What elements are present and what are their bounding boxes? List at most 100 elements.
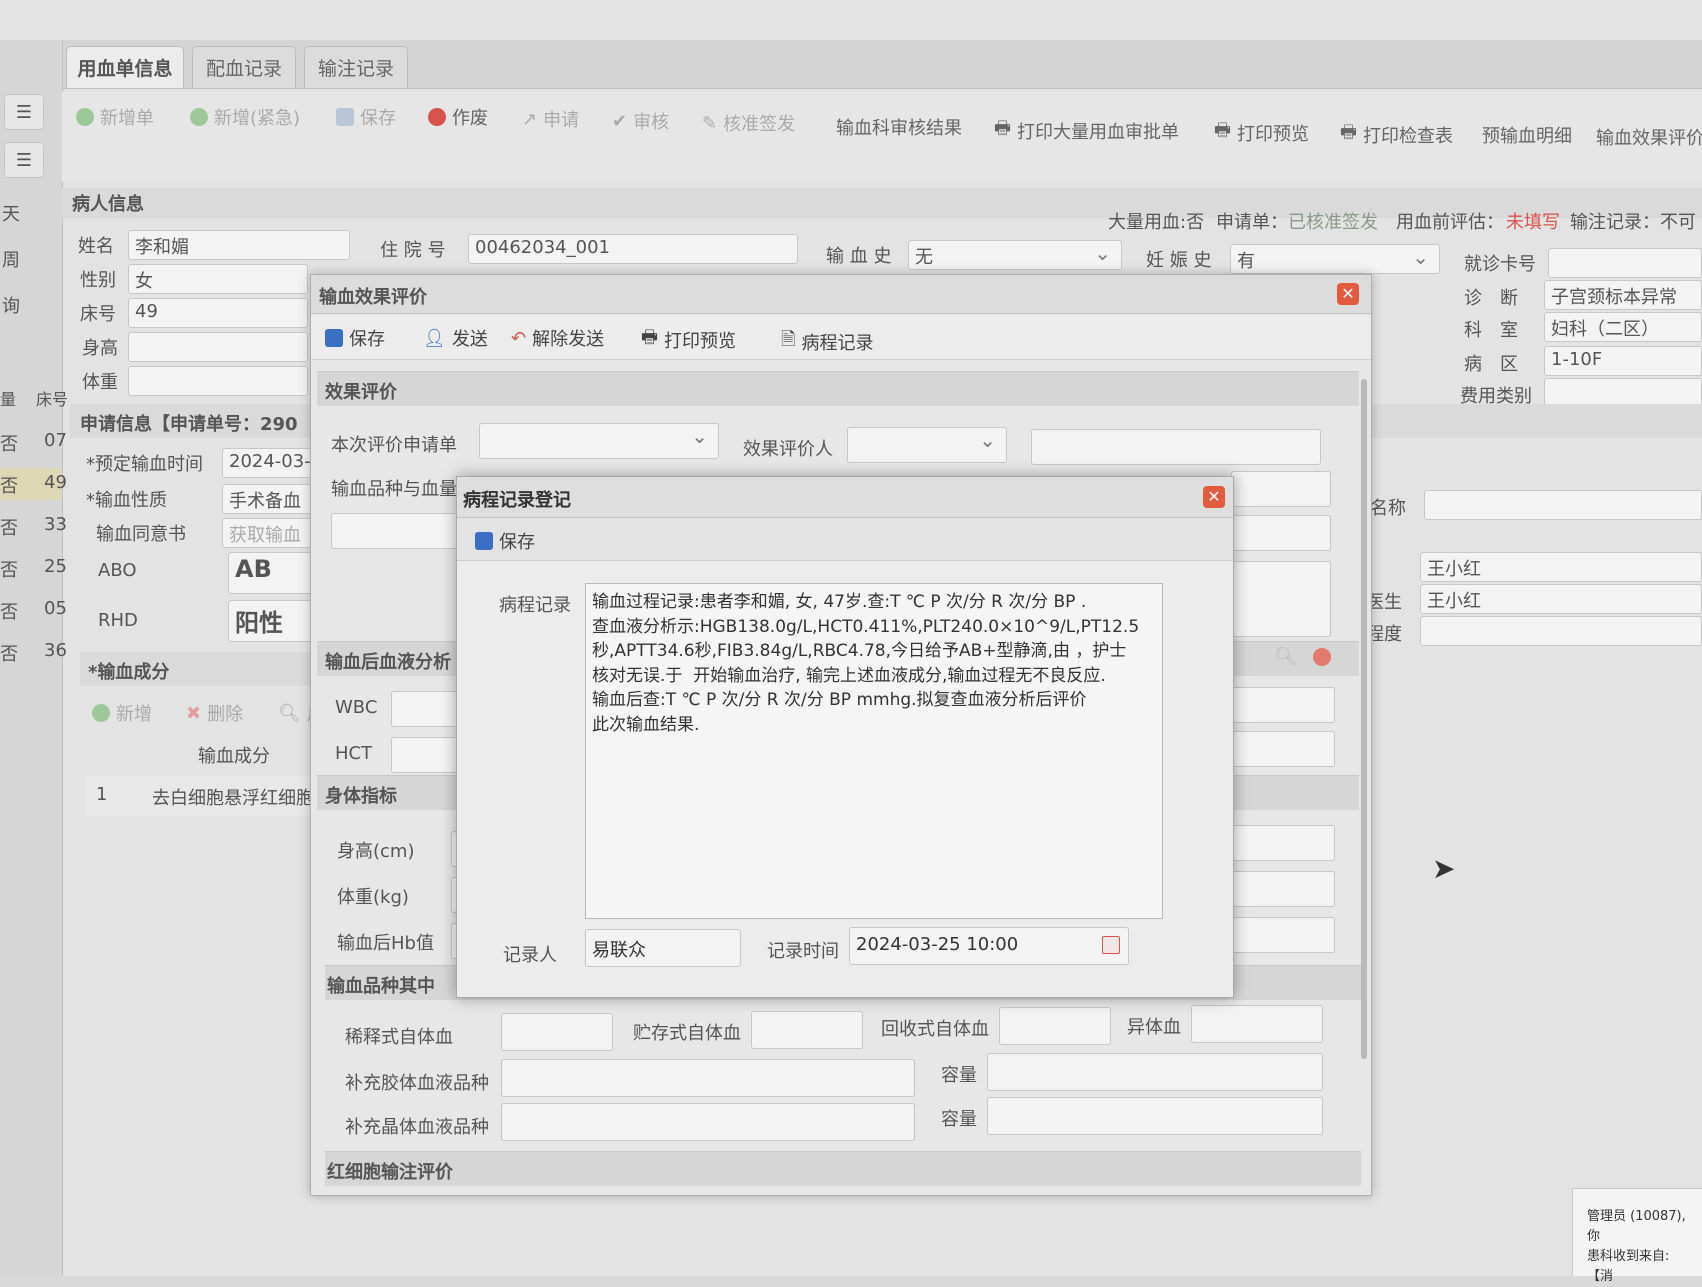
consent-field[interactable]: 获取输血	[222, 518, 318, 548]
doctor2-field[interactable]: 王小红	[1420, 584, 1702, 614]
close-icon[interactable]: ✕	[1203, 486, 1225, 508]
record-textarea[interactable]: 输血过程记录:患者李和媚, 女, 47岁.查:T ℃ P 次/分 R 次/分 B…	[585, 583, 1163, 919]
planned-time-field[interactable]: 2024-03-	[222, 448, 318, 478]
side-row[interactable]: 否 25	[0, 554, 67, 584]
body-weight-extra-field[interactable]	[1225, 871, 1335, 907]
side-row[interactable]: 否 36	[0, 638, 67, 668]
eval-order-select[interactable]	[479, 423, 719, 459]
status-notification: 管理员 (10087), 你 患科收到来自: 【消	[1572, 1188, 1702, 1284]
crystal-volume-field[interactable]	[987, 1097, 1323, 1135]
send-button[interactable]: 👤︎ 发送	[423, 325, 488, 351]
side-label-query[interactable]: 询	[2, 292, 20, 318]
card-no-field[interactable]	[1548, 248, 1702, 278]
search-icon[interactable]: 🔍︎	[1274, 646, 1297, 667]
product-name-field[interactable]	[1424, 490, 1702, 520]
tab-infusion-record[interactable]: 输注记录	[304, 46, 408, 88]
wbc-field[interactable]	[391, 691, 461, 727]
diluted-autologous-field[interactable]	[501, 1013, 613, 1051]
degree-field[interactable]	[1420, 616, 1702, 646]
component-add-button[interactable]: 新增	[92, 700, 152, 726]
scrollbar[interactable]	[1361, 379, 1367, 1059]
evaluator-name-field[interactable]	[1031, 429, 1321, 465]
side-button-1[interactable]: ☰	[4, 94, 44, 130]
button-label: 核准签发	[723, 114, 796, 135]
button-label: 删除	[207, 704, 244, 725]
side-label-week[interactable]: 周	[2, 246, 20, 272]
side-label-day[interactable]: 天	[2, 200, 20, 226]
add-icon	[190, 108, 208, 126]
print-mass-approval-button[interactable]: 🖶 打印大量用血审批单	[994, 116, 1179, 146]
product-volume-extra-area[interactable]	[1231, 561, 1331, 637]
recovered-autologous-field[interactable]	[999, 1007, 1111, 1045]
diagnosis-field[interactable]: 子宫颈标本异常	[1544, 280, 1702, 310]
side-row[interactable]: 否 33	[0, 512, 67, 542]
rhd-field[interactable]: 阳性	[228, 600, 318, 642]
record-save-button[interactable]: 保存	[475, 528, 535, 554]
evaluator-select[interactable]	[847, 427, 1007, 463]
dialog-save-button[interactable]: 保存	[325, 325, 385, 351]
section-title: 申请信息【申请单号：290	[80, 414, 298, 435]
pre-transfusion-detail-button[interactable]: 预输血明细	[1482, 122, 1572, 148]
side-row-selected[interactable]: 否 49	[0, 468, 67, 500]
new-urgent-button[interactable]: 新增(紧急)	[190, 104, 300, 130]
post-hb-extra-field[interactable]	[1225, 917, 1335, 953]
doctor1-field[interactable]: 王小红	[1420, 552, 1702, 582]
status-message[interactable]: 患科收到来自: 【消	[1587, 1247, 1696, 1287]
recovered-autologous-label: 回收式自体血	[881, 1019, 989, 1040]
crystal-field[interactable]	[501, 1103, 915, 1141]
tab-blood-order-info[interactable]: 用血单信息	[66, 46, 184, 88]
recorder-field[interactable]: 易联众	[585, 929, 741, 967]
order-status-value: 已核准签发	[1288, 212, 1378, 233]
unsend-button[interactable]: ↶ 解除发送	[511, 325, 604, 351]
colloid-field[interactable]	[501, 1059, 915, 1097]
hct-extra-field[interactable]	[1225, 731, 1335, 767]
save-button[interactable]: 保存	[336, 104, 396, 130]
product-volume-field[interactable]	[331, 513, 471, 549]
component-col-header: 输血成分	[198, 746, 270, 767]
colloid-volume-field[interactable]	[987, 1053, 1323, 1091]
print-check-table-button[interactable]: 🖶 打印检查表	[1340, 120, 1453, 150]
gender-field[interactable]: 女	[128, 264, 308, 294]
bed-field[interactable]: 49	[128, 298, 308, 328]
tab-crossmatch-record[interactable]: 配血记录	[192, 46, 296, 88]
new-order-button[interactable]: 新增单	[76, 104, 154, 130]
row-flag: 否	[0, 644, 18, 665]
button-label: 作废	[452, 108, 488, 129]
name-field[interactable]: 李和媚	[128, 230, 350, 260]
admission-no-field[interactable]: 00462034_001	[468, 234, 798, 264]
calendar-icon[interactable]	[1102, 936, 1120, 954]
void-button[interactable]: 作废	[428, 104, 488, 130]
transfusion-history-select[interactable]: 无	[908, 240, 1122, 270]
weight-field[interactable]	[128, 366, 308, 396]
pregnancy-select[interactable]: 有	[1230, 244, 1440, 274]
dept-review-result-button[interactable]: 输血科审核结果	[836, 114, 962, 140]
dialog-print-preview-button[interactable]: 🖶 打印预览	[641, 325, 736, 355]
ward-field[interactable]: 1-10F	[1544, 346, 1702, 376]
record-time-field[interactable]: 2024-03-25 10:00	[849, 927, 1129, 965]
dept-field[interactable]: 妇科（二区）	[1544, 312, 1702, 342]
body-height-extra-field[interactable]	[1225, 825, 1335, 861]
product-volume-extra-field[interactable]	[1231, 471, 1331, 507]
product-volume-extra-field-2[interactable]	[1231, 515, 1331, 551]
wbc-extra-field[interactable]	[1225, 687, 1335, 723]
effect-eval-button[interactable]: 输血效果评价	[1596, 124, 1702, 150]
side-row[interactable]: 否 07	[0, 428, 67, 458]
table-row[interactable]: 1 去白细胞悬浮红细胞	[86, 776, 326, 816]
remove-icon[interactable]	[1313, 648, 1331, 666]
print-preview-button[interactable]: 🖶 打印预览	[1214, 118, 1309, 148]
hct-field[interactable]	[391, 737, 461, 773]
allogeneic-field[interactable]	[1191, 1005, 1323, 1043]
side-button-2[interactable]: ☰	[4, 142, 44, 178]
review-button[interactable]: ✔ 审核	[612, 108, 669, 134]
diluted-autologous-label: 稀释式自体血	[345, 1027, 453, 1048]
side-row[interactable]: 否 05	[0, 596, 67, 626]
approve-sign-button[interactable]: ✎ 核准签发	[702, 110, 795, 136]
height-field[interactable]	[128, 332, 308, 362]
apply-button[interactable]: ↗ 申请	[522, 106, 579, 132]
component-delete-button[interactable]: ✖ 删除	[186, 700, 243, 726]
stored-autologous-field[interactable]	[751, 1011, 863, 1049]
nature-select[interactable]: 手术备血	[222, 484, 318, 514]
abo-field[interactable]: AB	[228, 552, 318, 594]
close-icon[interactable]: ✕	[1337, 283, 1359, 305]
progress-record-button[interactable]: 🗎 病程记录	[781, 327, 873, 357]
